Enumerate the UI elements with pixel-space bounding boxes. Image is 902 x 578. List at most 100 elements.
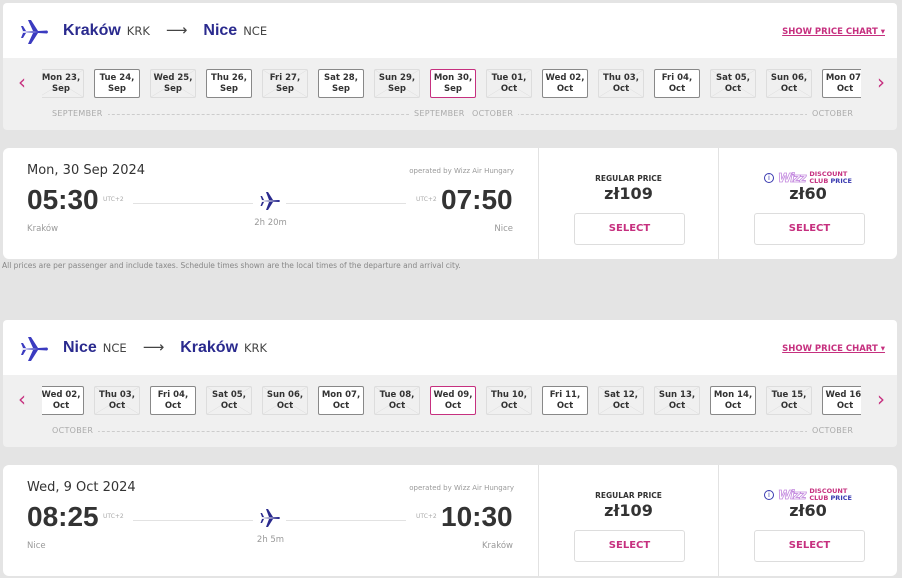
date-option[interactable]: Fri 27, Sep bbox=[262, 69, 308, 98]
destination-code: NCE bbox=[243, 24, 268, 38]
date-day: Sat 12, bbox=[604, 390, 638, 400]
show-price-chart-link[interactable]: SHOW PRICE CHART ▾ bbox=[782, 344, 885, 354]
select-discount-button[interactable]: SELECT bbox=[754, 530, 865, 562]
date-option[interactable]: Wed 25, Sep bbox=[150, 69, 196, 98]
date-month: Oct bbox=[444, 401, 462, 411]
plane-icon bbox=[21, 20, 48, 44]
route-line bbox=[286, 520, 406, 521]
date-month: Oct bbox=[556, 401, 574, 411]
date-month: Sep bbox=[332, 84, 350, 94]
date-option[interactable]: Wed 16, Oct bbox=[822, 386, 861, 415]
discount-price: zł60 bbox=[789, 184, 827, 203]
month-label: OCTOBER bbox=[807, 109, 859, 118]
date-day: Sat 28, bbox=[324, 73, 358, 83]
date-month: Oct bbox=[724, 401, 742, 411]
date-day: Mon 07, bbox=[825, 73, 861, 83]
arrow-right-icon: ⟶ bbox=[142, 338, 165, 356]
date-option[interactable]: Thu 26, Sep bbox=[206, 69, 252, 98]
arrival-timezone: UTC+2 bbox=[416, 513, 437, 520]
date-option[interactable]: Thu 03, Oct bbox=[598, 69, 644, 98]
flight-date: Mon, 30 Sep 2024 bbox=[27, 163, 146, 178]
date-month: Oct bbox=[612, 401, 630, 411]
chevron-left-icon[interactable]: ‹ bbox=[18, 387, 26, 411]
date-month: Oct bbox=[276, 401, 294, 411]
regular-price-label: REGULAR PRICE bbox=[595, 491, 662, 500]
date-day: Wed 09, bbox=[433, 390, 473, 400]
origin-city: Kraków bbox=[63, 22, 121, 39]
date-option[interactable]: Wed 09, Oct bbox=[430, 386, 476, 415]
date-option[interactable]: Sat 12, Oct bbox=[598, 386, 644, 415]
destination-city: Nice bbox=[203, 22, 238, 39]
date-option[interactable]: Thu 03, Oct bbox=[94, 386, 140, 415]
date-option[interactable]: Wed 02, Oct bbox=[542, 69, 588, 98]
route-line bbox=[133, 520, 253, 521]
date-option[interactable]: Sat 28, Sep bbox=[318, 69, 364, 98]
date-option[interactable]: Mon 30, Sep bbox=[430, 69, 476, 98]
date-day: Sun 13, bbox=[658, 390, 696, 400]
date-option[interactable]: Fri 04, Oct bbox=[150, 386, 196, 415]
date-month: Oct bbox=[836, 401, 854, 411]
date-option[interactable]: Tue 24, Sep bbox=[94, 69, 140, 98]
plane-icon bbox=[260, 509, 280, 527]
price-disclaimer: All prices are per passenger and include… bbox=[2, 261, 461, 270]
chevron-right-icon[interactable]: › bbox=[877, 70, 885, 94]
arrow-right-icon: ⟶ bbox=[165, 21, 188, 39]
date-day: Thu 10, bbox=[491, 390, 527, 400]
select-regular-button[interactable]: SELECT bbox=[574, 213, 685, 245]
date-option[interactable]: Mon 14, Oct bbox=[710, 386, 756, 415]
date-option[interactable]: Tue 01, Oct bbox=[486, 69, 532, 98]
departure-airport: Nice bbox=[27, 541, 46, 551]
plane-icon bbox=[21, 337, 48, 361]
date-month: Sep bbox=[444, 84, 462, 94]
date-month: Oct bbox=[556, 84, 574, 94]
date-option[interactable]: Sat 05, Oct bbox=[206, 386, 252, 415]
date-day: Tue 01, bbox=[491, 73, 527, 83]
date-option[interactable]: Fri 04, Oct bbox=[654, 69, 700, 98]
chevron-left-icon[interactable]: ‹ bbox=[18, 70, 26, 94]
date-option[interactable]: Sun 06, Oct bbox=[262, 386, 308, 415]
date-option[interactable]: Fri 11, Oct bbox=[542, 386, 588, 415]
date-day: Tue 24, bbox=[99, 73, 135, 83]
date-list: Mon 23, Sep Tue 24, Sep Wed 25, Sep Thu 26, Sep… bbox=[42, 69, 861, 100]
select-discount-button[interactable]: SELECT bbox=[754, 213, 865, 245]
date-month: Oct bbox=[388, 401, 406, 411]
date-option[interactable]: Sun 29, Sep bbox=[374, 69, 420, 98]
date-option[interactable]: Sun 06, Oct bbox=[766, 69, 812, 98]
info-icon[interactable]: i bbox=[764, 173, 775, 183]
date-month: Oct bbox=[724, 84, 742, 94]
info-icon[interactable]: i bbox=[764, 490, 775, 500]
route-title: Nice NCE ⟶ Kraków KRK bbox=[63, 338, 267, 357]
date-day: Thu 03, bbox=[99, 390, 135, 400]
route-title: Kraków KRK ⟶ Nice NCE bbox=[63, 21, 267, 40]
origin-code: KRK bbox=[126, 24, 150, 38]
date-month: Sep bbox=[276, 84, 294, 94]
chevron-right-icon[interactable]: › bbox=[877, 387, 885, 411]
date-month: Oct bbox=[780, 84, 798, 94]
departure-airport: Kraków bbox=[27, 224, 59, 234]
date-option[interactable]: Mon 07, Oct bbox=[822, 69, 861, 98]
flight-duration: 2h 20m bbox=[254, 218, 287, 228]
select-regular-button[interactable]: SELECT bbox=[574, 530, 685, 562]
date-option[interactable]: Sat 05, Oct bbox=[710, 69, 756, 98]
date-option[interactable]: Wed 02, Oct bbox=[42, 386, 84, 415]
date-option[interactable]: Tue 08, Oct bbox=[374, 386, 420, 415]
date-day: Fri 27, bbox=[269, 73, 301, 83]
date-option[interactable]: Tue 15, Oct bbox=[766, 386, 812, 415]
date-day: Fri 11, bbox=[549, 390, 581, 400]
date-month: Sep bbox=[388, 84, 406, 94]
date-option[interactable]: Sun 13, Oct bbox=[654, 386, 700, 415]
date-option[interactable]: Mon 23, Sep bbox=[42, 69, 84, 98]
wizz-discount-club-label: i Wizz DISCOUNT CLUB PRICE bbox=[719, 171, 897, 185]
route-line bbox=[286, 203, 406, 204]
date-day: Mon 30, bbox=[433, 73, 473, 83]
month-label: OCTOBER bbox=[47, 426, 99, 435]
month-label: SEPTEMBER bbox=[409, 109, 470, 118]
date-month: Oct bbox=[164, 401, 182, 411]
date-option[interactable]: Thu 10, Oct bbox=[486, 386, 532, 415]
departure-time: 08:25 bbox=[27, 501, 99, 532]
date-day: Wed 16, bbox=[825, 390, 861, 400]
date-day: Fri 04, bbox=[157, 390, 189, 400]
date-option[interactable]: Mon 07, Oct bbox=[318, 386, 364, 415]
show-price-chart-link[interactable]: SHOW PRICE CHART ▾ bbox=[782, 27, 885, 37]
origin-city: Nice bbox=[63, 339, 97, 356]
